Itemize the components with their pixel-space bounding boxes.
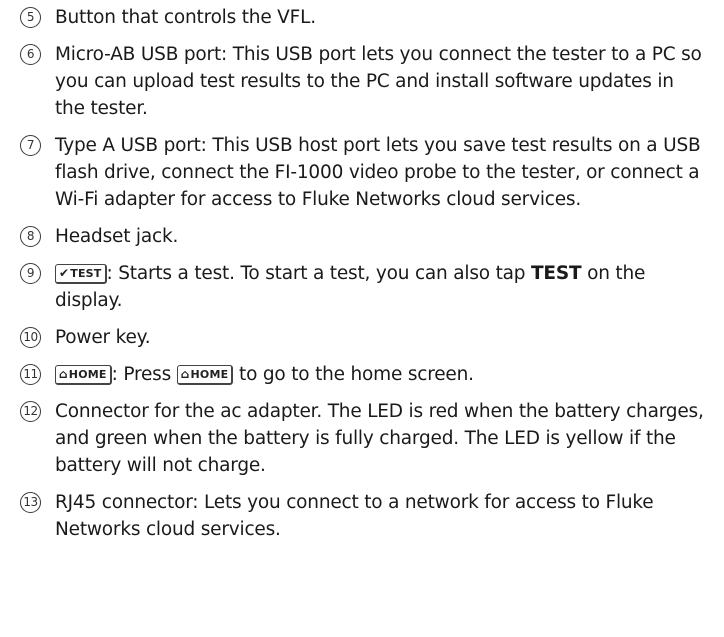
item-text: ⌂HOME: Press ⌂HOME to go to the home scr… bbox=[55, 361, 706, 388]
home-icon: ⌂ bbox=[59, 367, 68, 381]
item-text: Headset jack. bbox=[55, 226, 179, 247]
callout-number: 7 bbox=[20, 135, 41, 156]
item-text: Connector for the ac adapter. The LED is… bbox=[55, 401, 704, 476]
list-item: 10 Power key. bbox=[20, 324, 706, 351]
item-text-part: : Press bbox=[111, 364, 177, 385]
list-item: 6 Micro-AB USB port: This USB port lets … bbox=[20, 41, 706, 122]
callout-number: 11 bbox=[20, 364, 41, 385]
callout-number: 12 bbox=[20, 401, 41, 422]
callout-number: 6 bbox=[20, 44, 41, 65]
list-item: 11 ⌂HOME: Press ⌂HOME to go to the home … bbox=[20, 361, 706, 388]
item-text: Type A USB port: This USB host port lets… bbox=[55, 135, 701, 210]
item-text: RJ45 connector: Lets you connect to a ne… bbox=[55, 492, 654, 540]
callout-number: 8 bbox=[20, 226, 41, 247]
checkmark-icon: ✔ bbox=[59, 266, 70, 280]
test-key-label: TEST bbox=[70, 267, 102, 280]
item-text: Power key. bbox=[55, 327, 151, 348]
home-icon: ⌂ bbox=[180, 367, 190, 381]
home-key-label: HOME bbox=[68, 368, 107, 381]
list-item: 13 RJ45 connector: Lets you connect to a… bbox=[20, 489, 706, 543]
callout-number: 10 bbox=[20, 327, 41, 348]
bold-term: TEST bbox=[531, 263, 582, 284]
list-item: 9 ✔TEST: Starts a test. To start a test,… bbox=[20, 260, 706, 314]
callout-number: 5 bbox=[20, 7, 41, 28]
item-text-part: to go to the home screen. bbox=[233, 364, 474, 385]
home-key-label: HOME bbox=[190, 368, 229, 381]
list-item: 5 Button that controls the VFL. bbox=[20, 4, 706, 31]
test-key: ✔TEST bbox=[55, 264, 107, 284]
item-text-part: : Starts a test. To start a test, you ca… bbox=[106, 263, 531, 284]
home-key: ⌂HOME bbox=[176, 365, 234, 385]
item-text: Button that controls the VFL. bbox=[55, 7, 316, 28]
callout-number: 13 bbox=[20, 492, 41, 513]
home-key: ⌂HOME bbox=[55, 365, 112, 385]
list-item: 7 Type A USB port: This USB host port le… bbox=[20, 132, 706, 213]
item-text: ✔TEST: Starts a test. To start a test, y… bbox=[55, 260, 706, 314]
list-item: 8 Headset jack. bbox=[20, 223, 706, 250]
list-item: 12 Connector for the ac adapter. The LED… bbox=[20, 398, 706, 479]
item-text: Micro-AB USB port: This USB port lets yo… bbox=[55, 44, 702, 119]
document-page: 5 Button that controls the VFL. 6 Micro-… bbox=[0, 0, 724, 637]
callout-number: 9 bbox=[20, 263, 41, 284]
